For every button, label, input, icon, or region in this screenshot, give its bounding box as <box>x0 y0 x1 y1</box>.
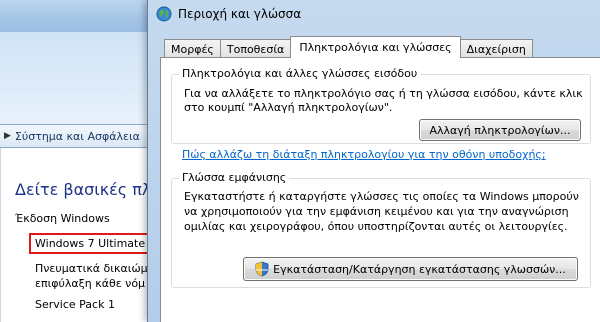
welcome-screen-keyboard-link[interactable]: Πώς αλλάζω τη διάταξη πληκτρολογίου για … <box>182 148 546 161</box>
install-uninstall-label: Εγκατάσταση/Κατάργηση εγκατάστασης γλωσσ… <box>273 262 566 276</box>
keyboards-group: Πληκτρολόγια και άλλες γλώσσες εισόδου Γ… <box>171 67 591 144</box>
globe-icon <box>156 6 172 22</box>
copyright-line-1: Πνευματικά δικαιώμ <box>35 262 148 275</box>
tab-formats[interactable]: Μορφές <box>164 39 221 58</box>
tab-keyboards-languages[interactable]: Πληκτρολόγια και γλώσσες <box>290 36 461 58</box>
tab-location[interactable]: Τοποθεσία <box>219 39 292 58</box>
dialog-titlebar[interactable]: Περιοχή και γλώσσα <box>156 6 301 22</box>
control-panel-content: Δείτε βασικές πληρ Έκδοση Windows Window… <box>0 148 172 322</box>
copyright-line-2: επιφύλαξη κάθε νόμ <box>35 277 146 290</box>
display-language-description: Εγκαταστήστε ή καταργήστε γλώσσες τις οπ… <box>184 190 579 233</box>
display-language-group: Γλώσσα εμφάνισης Εγκαταστήστε ή καταργήσ… <box>171 171 591 288</box>
tab-panel: Πληκτρολόγια και άλλες γλώσσες εισόδου Γ… <box>160 57 600 322</box>
keyboards-group-legend: Πληκτρολόγια και άλλες γλώσσες εισόδου <box>179 67 421 80</box>
chevron-right-icon: ▶ <box>4 131 11 141</box>
tab-administrative[interactable]: Διαχείριση <box>459 39 533 58</box>
change-keyboards-button[interactable]: Αλλαγή πληκτρολογίων... <box>419 119 581 141</box>
windows-edition-label: Έκδοση Windows <box>15 212 110 225</box>
install-uninstall-languages-button[interactable]: Εγκατάσταση/Κατάργηση εγκατάστασης γλωσσ… <box>243 257 578 281</box>
breadcrumb-system-security[interactable]: Σύστημα και Ασφάλεια <box>15 130 140 143</box>
breadcrumb[interactable]: ▶ Σύστημα και Ασφάλεια <box>0 124 160 148</box>
display-language-legend: Γλώσσα εμφάνισης <box>179 171 290 184</box>
windows-edition-value: Windows 7 Ultimate <box>29 233 152 254</box>
dialog-title: Περιοχή και γλώσσα <box>178 7 302 21</box>
region-language-dialog: Περιοχή και γλώσσα Μορφές Τοποθεσία Πληκ… <box>147 0 600 322</box>
tab-strip: Μορφές Τοποθεσία Πληκτρολόγια και γλώσσε… <box>164 36 533 58</box>
uac-shield-icon <box>255 261 269 277</box>
keyboards-description: Για να αλλάξετε το πληκτρολόγιο σας ή τη… <box>184 87 583 114</box>
service-pack-label: Service Pack 1 <box>35 298 115 311</box>
